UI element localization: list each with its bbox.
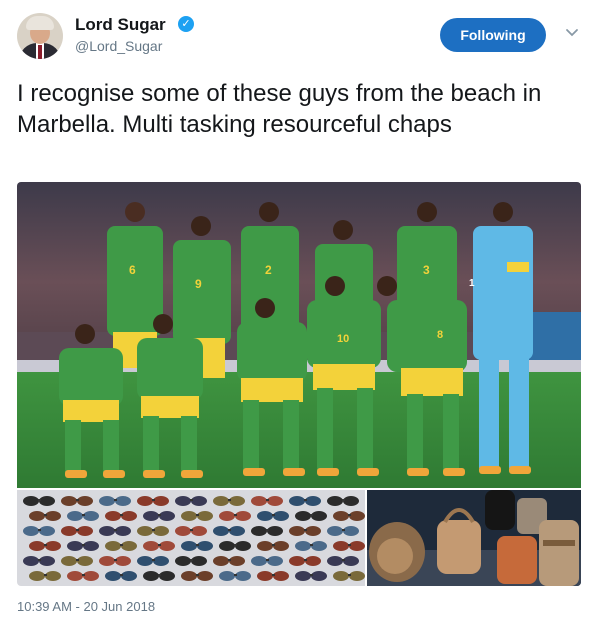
avatar-hair <box>26 16 54 30</box>
author-avatar[interactable] <box>17 13 63 59</box>
following-button[interactable]: Following <box>440 18 546 52</box>
jersey-number: 2 <box>265 263 272 277</box>
team-photo[interactable]: 6 9 2 3 1 10 8 <box>17 182 581 488</box>
jersey-number: 3 <box>423 263 430 277</box>
tweet-text: I recognise some of these guys from the … <box>17 80 542 138</box>
verified-badge-icon: ✓ <box>178 16 194 32</box>
tweet-timestamp[interactable]: 10:39 AM - 20 Jun 2018 <box>17 599 155 614</box>
jersey-number: 6 <box>129 263 136 277</box>
sunglasses-photo[interactable] <box>17 490 365 586</box>
author-handle[interactable]: @Lord_Sugar <box>75 38 162 54</box>
tweet-card: Lord Sugar ✓ @Lord_Sugar Following I rec… <box>0 0 600 624</box>
jersey-number: 10 <box>337 333 349 345</box>
tweet-media[interactable]: 6 9 2 3 1 10 8 <box>17 182 581 586</box>
jersey-number: 1 <box>469 278 475 289</box>
avatar-tie <box>38 45 42 59</box>
jersey-number: 8 <box>437 329 443 341</box>
author-name[interactable]: Lord Sugar <box>75 15 166 35</box>
chevron-down-icon[interactable] <box>564 25 580 41</box>
jersey-number: 9 <box>195 277 202 291</box>
handbags-photo[interactable] <box>367 490 581 586</box>
